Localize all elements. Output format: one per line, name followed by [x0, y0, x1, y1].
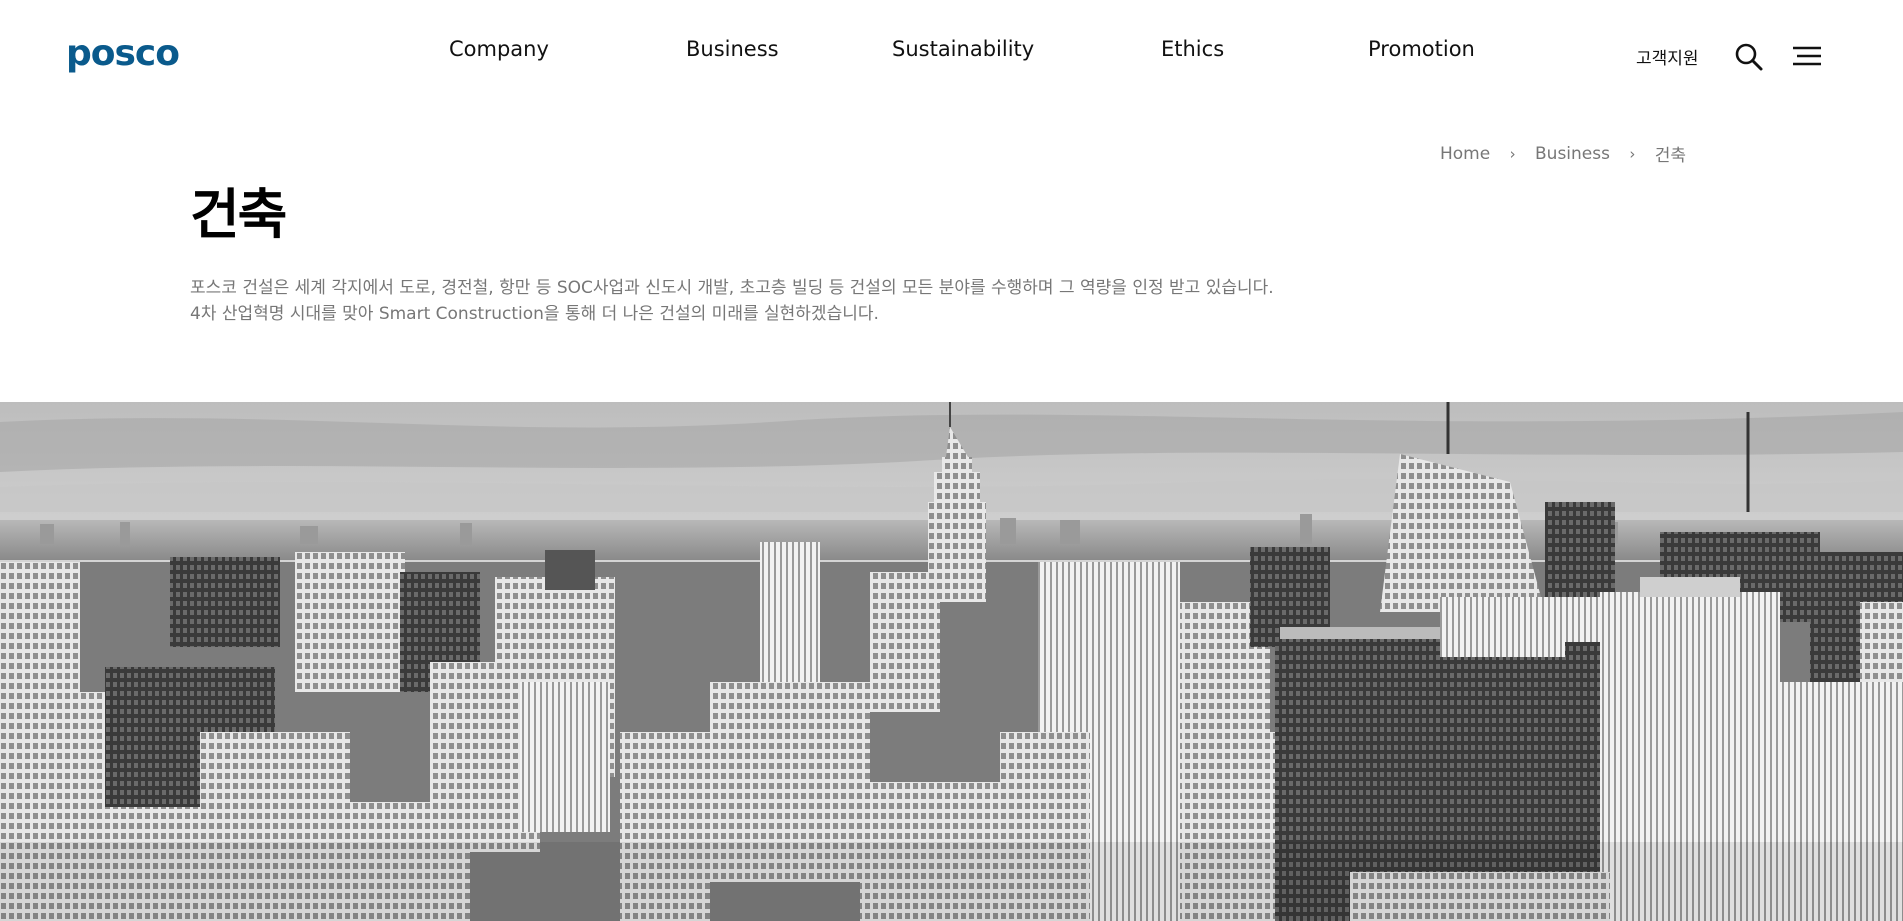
nav-company[interactable]: Company: [449, 37, 549, 61]
chevron-right-icon: ›: [1509, 144, 1516, 163]
hero-image: [0, 402, 1903, 921]
breadcrumb-business[interactable]: Business: [1535, 144, 1610, 164]
menu-button[interactable]: [1791, 44, 1823, 70]
site-header: posco Company Business Sustainability Et…: [0, 0, 1903, 110]
description-line: 4차 산업혁명 시대를 맞아 Smart Construction을 통해 더 …: [190, 304, 879, 324]
nav-sustainability[interactable]: Sustainability: [892, 37, 1034, 61]
main-nav: Company Business Sustainability Ethics P…: [0, 37, 1903, 67]
nav-ethics[interactable]: Ethics: [1161, 37, 1224, 61]
breadcrumb: Home › Business › 건축: [1440, 141, 1687, 167]
search-icon: [1735, 43, 1763, 71]
page-title: 건축: [190, 183, 287, 246]
customer-support-link[interactable]: 고객지원: [1636, 44, 1699, 69]
city-skyline-image: [0, 402, 1903, 921]
search-button[interactable]: [1733, 41, 1765, 73]
breadcrumb-current: 건축: [1654, 146, 1687, 166]
hamburger-menu-icon: [1793, 46, 1821, 66]
chevron-right-icon: ›: [1629, 144, 1636, 163]
description-line: 포스코 건설은 세계 각지에서 도로, 경전철, 항만 등 SOC사업과 신도시…: [190, 278, 1274, 298]
page-description: 포스코 건설은 세계 각지에서 도로, 경전철, 항만 등 SOC사업과 신도시…: [190, 275, 1390, 327]
breadcrumb-home[interactable]: Home: [1440, 144, 1490, 164]
nav-promotion[interactable]: Promotion: [1368, 37, 1475, 61]
nav-business[interactable]: Business: [686, 37, 779, 61]
